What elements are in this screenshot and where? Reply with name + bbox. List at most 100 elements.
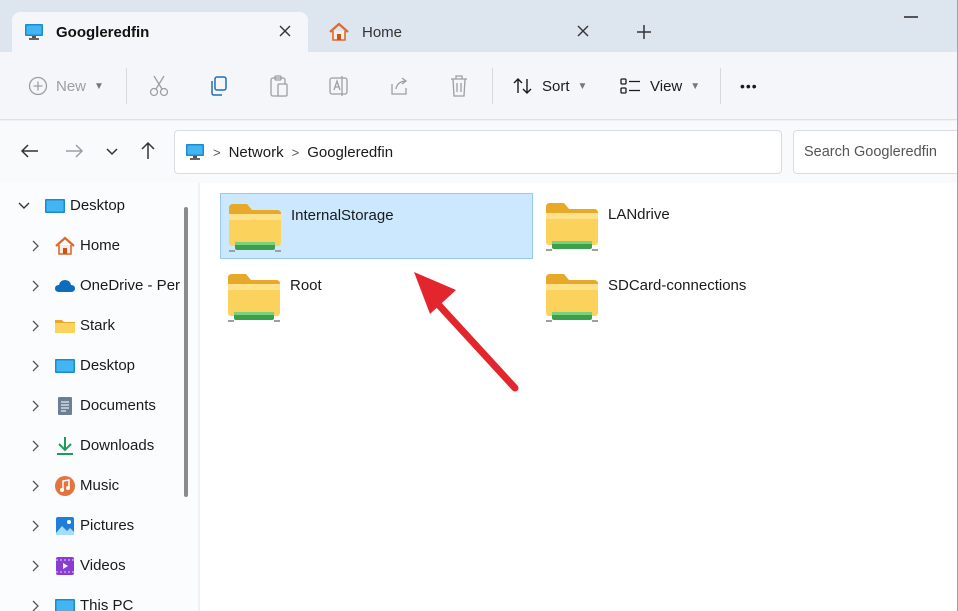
folder-sdcard-connections[interactable]: SDCard-connections [538, 264, 838, 330]
sidebar-item-onedrive[interactable]: OneDrive - Per [0, 268, 180, 304]
network-folder-icon [226, 272, 282, 324]
file-list-pane: InternalStorage LANdrive Root SDCard-con… [200, 183, 958, 611]
sidebar-item-pictures[interactable]: Pictures [0, 508, 180, 544]
sort-button[interactable]: Sort ▼ [512, 70, 587, 102]
command-bar: New ▼ Sort ▼ View ▼ ••• [0, 52, 958, 120]
sidebar-item-downloads[interactable]: Downloads [0, 428, 180, 464]
tab-label: Googleredfin [56, 23, 150, 41]
chevron-down-icon: ▼ [577, 80, 588, 92]
network-folder-icon [227, 202, 283, 254]
chevron-down-icon: ▼ [94, 80, 104, 92]
new-label: New [56, 77, 87, 95]
home-icon [329, 22, 349, 41]
rename-icon[interactable] [328, 70, 350, 102]
paste-icon[interactable] [268, 70, 290, 102]
downloads-icon [57, 437, 73, 455]
desktop-icon [45, 199, 65, 213]
tab-bar: Googleredfin Home [0, 0, 958, 52]
view-label: View [650, 77, 683, 95]
chevron-right-icon[interactable] [28, 519, 42, 533]
network-folder-icon [544, 201, 600, 253]
sidebar-item-label: Desktop [70, 197, 126, 214]
network-folder-icon [544, 272, 600, 324]
new-button[interactable]: New ▼ [28, 70, 104, 102]
sidebar-item-label: This PC [80, 597, 134, 611]
address-bar[interactable]: > Network > Googleredfin [174, 130, 940, 174]
folder-landrive[interactable]: LANdrive [538, 193, 838, 259]
chevron-down-icon[interactable] [17, 199, 31, 213]
chevron-right-icon[interactable] [28, 319, 42, 333]
navigation-pane: Desktop Home OneDrive - Per Stark Deskto… [0, 183, 198, 611]
monitor-icon [25, 24, 43, 40]
chevron-right-icon[interactable] [28, 479, 42, 493]
pictures-icon [56, 517, 74, 535]
view-button[interactable]: View ▼ [620, 70, 700, 102]
toolbar-divider [492, 68, 493, 104]
toolbar-divider [720, 68, 721, 104]
sidebar-scrollbar[interactable] [184, 207, 188, 497]
close-icon[interactable] [574, 22, 592, 40]
tab-home[interactable]: Home [316, 12, 606, 52]
music-icon [55, 476, 75, 496]
recent-locations-chevron-icon[interactable] [100, 139, 124, 163]
sort-label: Sort [542, 77, 570, 95]
sidebar-item-desktop-root[interactable]: Desktop [0, 188, 180, 224]
more-options-button[interactable]: ••• [740, 70, 758, 102]
chevron-right-icon[interactable] [28, 279, 42, 293]
new-tab-icon[interactable] [634, 22, 654, 42]
onedrive-cloud-icon [55, 280, 75, 292]
close-icon[interactable] [276, 22, 294, 40]
folder-label: LANdrive [608, 206, 670, 223]
search-input[interactable] [793, 130, 958, 174]
folder-root[interactable]: Root [220, 264, 533, 330]
chevron-right-icon[interactable] [28, 599, 42, 611]
sidebar-item-videos[interactable]: Videos [0, 548, 180, 584]
folder-icon [55, 320, 75, 333]
folder-label: Root [290, 277, 322, 294]
delete-icon[interactable] [448, 70, 470, 102]
home-icon [55, 236, 75, 255]
sidebar-item-music[interactable]: Music [0, 468, 180, 504]
sidebar-item-stark[interactable]: Stark [0, 308, 180, 344]
chevron-right-icon[interactable] [28, 439, 42, 453]
videos-icon [56, 557, 74, 575]
sidebar-item-label: Downloads [80, 437, 155, 454]
chevron-right-icon[interactable] [28, 399, 42, 413]
sidebar-item-desktop[interactable]: Desktop [0, 348, 180, 384]
tab-label: Home [362, 23, 403, 41]
desktop-icon [55, 359, 75, 373]
sidebar-item-label: Documents [80, 397, 156, 414]
sidebar-item-label: Stark [80, 317, 116, 334]
chevron-right-icon[interactable] [28, 559, 42, 573]
sort-icon [513, 78, 532, 94]
minimize-button[interactable] [904, 16, 918, 18]
chevron-right-icon[interactable]: > [292, 145, 300, 160]
cut-icon[interactable] [148, 70, 170, 102]
sidebar-item-label: OneDrive - Per [80, 277, 181, 294]
sidebar-item-this-pc[interactable]: This PC [0, 588, 180, 611]
toolbar-divider [126, 68, 127, 104]
folder-label: InternalStorage [291, 207, 394, 224]
up-arrow-icon[interactable] [136, 139, 160, 163]
chevron-right-icon[interactable] [28, 359, 42, 373]
tab-googleredfin[interactable]: Googleredfin [12, 12, 308, 52]
copy-icon[interactable] [208, 70, 230, 102]
sidebar-item-home[interactable]: Home [0, 228, 180, 264]
sidebar-item-documents[interactable]: Documents [0, 388, 180, 424]
chevron-down-icon: ▼ [690, 80, 701, 92]
breadcrumb-network[interactable]: Network [229, 144, 284, 161]
chevron-right-icon[interactable] [28, 239, 42, 253]
folder-label: SDCard-connections [608, 277, 747, 294]
sidebar-item-label: Videos [80, 557, 126, 574]
share-icon[interactable] [388, 70, 410, 102]
back-arrow-icon[interactable] [18, 139, 42, 163]
folder-internalstorage[interactable]: InternalStorage [220, 193, 533, 259]
chevron-right-icon[interactable]: > [213, 145, 221, 160]
forward-arrow-icon[interactable] [62, 139, 86, 163]
sidebar-item-label: Pictures [80, 517, 135, 534]
navigation-bar: > Network > Googleredfin [0, 121, 958, 183]
plus-circle-icon [28, 76, 48, 96]
sidebar-item-label: Home [80, 237, 121, 254]
breadcrumb-googleredfin[interactable]: Googleredfin [307, 144, 393, 161]
sidebar-item-label: Music [80, 477, 120, 494]
